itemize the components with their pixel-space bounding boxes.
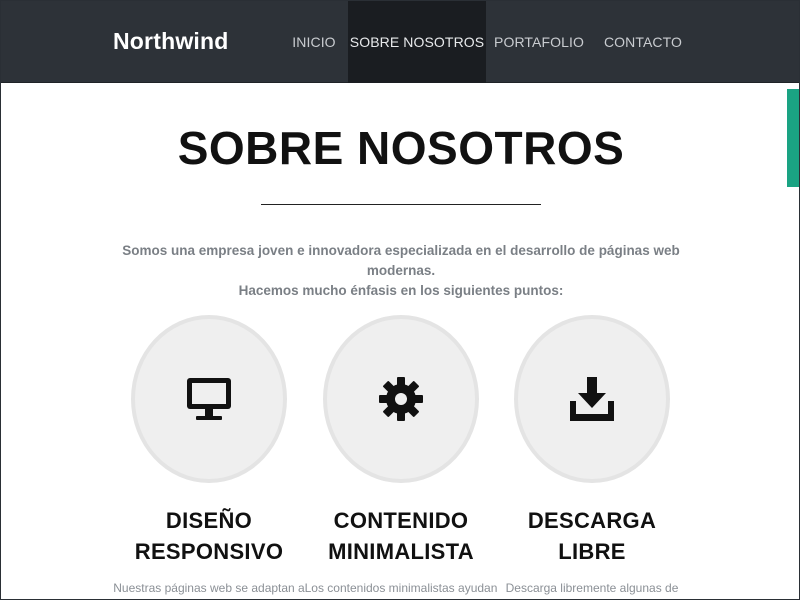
gear-icon <box>379 377 423 421</box>
feature-description: Descarga libremente algunas de <box>505 581 679 595</box>
feature-title-line-2: RESPONSIVO <box>134 539 284 564</box>
intro-line-1: Somos una empresa joven e innovadora esp… <box>122 243 680 278</box>
brand-logo-link[interactable]: Northwind <box>113 28 229 55</box>
feature-title-line-1: DISEÑO <box>165 508 253 533</box>
feature-icon-circle <box>131 315 287 483</box>
title-divider <box>261 204 541 205</box>
feature-title-line-1: CONTENIDO <box>333 508 469 533</box>
feature-description: Los contenidos minimalistas ayudan <box>304 581 498 595</box>
nav-item-inicio[interactable]: INICIO <box>280 1 348 83</box>
intro-line-2: Hacemos mucho énfasis en los siguientes … <box>238 283 564 298</box>
feature-minimalist: CONTENIDO MINIMALISTA Los contenidos min… <box>305 315 497 595</box>
intro-text: Somos una empresa joven e innovadora esp… <box>101 241 701 301</box>
feature-title: CONTENIDO MINIMALISTA <box>316 505 486 567</box>
feature-title: DESCARGA LIBRE <box>507 505 677 567</box>
nav-item-portafolio[interactable]: PORTAFOLIO <box>486 1 592 83</box>
feature-title-line-2: LIBRE <box>558 539 626 564</box>
feature-responsive: DISEÑO RESPONSIVO Nuestras páginas web s… <box>113 315 305 595</box>
main-nav: INICIO SOBRE NOSOTROS PORTAFOLIO CONTACT… <box>280 1 694 83</box>
nav-item-sobre-nosotros[interactable]: SOBRE NOSOTROS <box>348 1 486 83</box>
feature-title: DISEÑO RESPONSIVO <box>124 505 294 567</box>
feature-free-download: DESCARGA LIBRE Descarga libremente algun… <box>506 315 678 595</box>
nav-item-contacto[interactable]: CONTACTO <box>592 1 694 83</box>
monitor-icon <box>187 378 231 420</box>
feature-description: Nuestras páginas web se adaptan a <box>113 581 305 595</box>
section-title: SOBRE NOSOTROS <box>177 122 625 174</box>
page-frame: Northwind INICIO SOBRE NOSOTROS PORTAFOL… <box>0 0 800 600</box>
feature-icon-circle <box>514 315 670 483</box>
feature-title-line-1: DESCARGA <box>527 508 657 533</box>
feature-icon-circle <box>323 315 479 483</box>
download-icon <box>570 377 614 421</box>
feature-title-line-2: MINIMALISTA <box>328 539 474 564</box>
navbar: Northwind INICIO SOBRE NOSOTROS PORTAFOL… <box>1 1 799 83</box>
